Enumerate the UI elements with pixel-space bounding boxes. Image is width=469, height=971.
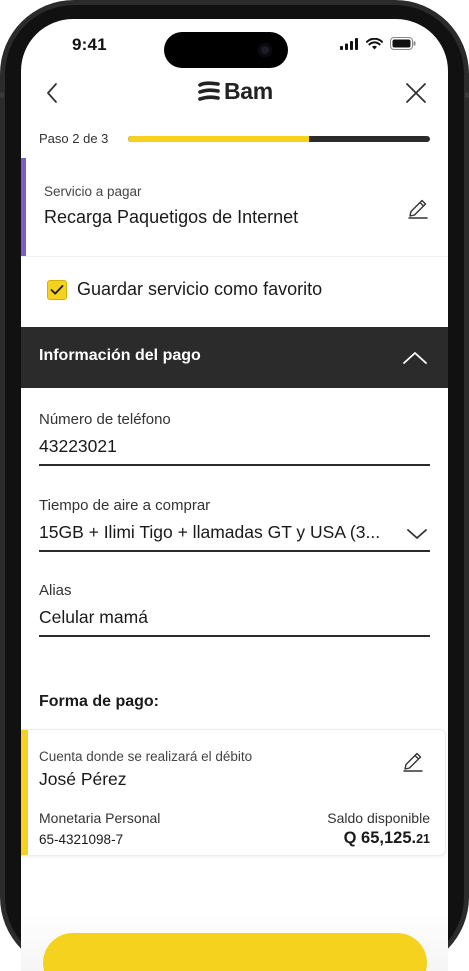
app-screen: 9:41 Bam Paso 2 de 3 Servicio a pagar Re… (21, 19, 448, 971)
step-indicator: Paso 2 de 3 (39, 131, 431, 147)
navigation-bar: Bam (21, 71, 448, 115)
wifi-icon (366, 37, 383, 49)
account-type: Monetaria Personal (39, 810, 161, 826)
service-accent-bar (21, 158, 26, 256)
step-progress-fill (128, 136, 310, 142)
status-time: 9:41 (72, 35, 107, 54)
payment-method-title: Forma de pago: (39, 693, 160, 710)
account-number: 65-4321098-7 (39, 832, 124, 847)
account-accent-bar (21, 730, 28, 855)
section-title: Información del pago (39, 347, 201, 364)
pencil-icon[interactable] (406, 196, 430, 220)
favorite-checkbox[interactable] (47, 279, 67, 300)
balance-amount: Q 65,125. (343, 829, 417, 847)
bam-logo: Bam (197, 78, 273, 105)
side-button (0, 92, 4, 98)
close-icon[interactable] (402, 79, 430, 107)
chevron-down-icon[interactable] (406, 525, 428, 543)
alias-field-value[interactable]: Celular mamá (39, 607, 430, 628)
signal-icon (340, 37, 358, 50)
service-card: Servicio a pagar Recarga Paquetigos de I… (21, 158, 448, 257)
bam-logo-icon (198, 80, 220, 101)
phone-field[interactable]: Número de teléfono 43223021 (39, 411, 430, 467)
step-label: Paso 2 de 3 (39, 131, 109, 146)
chevron-up-icon[interactable] (402, 347, 428, 369)
phone-field-value[interactable]: 43223021 (39, 436, 430, 457)
account-holder-name: José Pérez (39, 769, 127, 789)
back-arrow-icon[interactable] (39, 79, 67, 107)
phone-field-label: Número de teléfono (39, 411, 171, 428)
pencil-icon[interactable] (401, 749, 425, 773)
balance-label: Saldo disponible (327, 810, 430, 826)
phone-device: 9:41 Bam Paso 2 de 3 Servicio a pagar Re… (0, 0, 469, 971)
airtime-select-label: Tiempo de aire a comprar (39, 497, 211, 514)
airtime-select-value[interactable]: 15GB + Ilimi Tigo + llamadas GT y USA (3… (39, 522, 430, 543)
balance-cents: 21 (416, 832, 430, 846)
step-progress-bar (128, 136, 430, 142)
alias-field-underline (39, 635, 430, 637)
phone-field-underline (39, 464, 430, 466)
service-value: Recarga Paquetigos de Internet (44, 207, 299, 227)
account-label: Cuenta donde se realizará el débito (39, 749, 253, 764)
balance-value: Q 65,125.21 (344, 829, 430, 848)
battery-icon (390, 37, 416, 50)
status-bar: 9:41 (21, 19, 448, 71)
logo-text: Bam (224, 78, 273, 104)
debit-account-card[interactable]: Cuenta donde se realizará el débito José… (21, 729, 446, 856)
side-button (465, 92, 469, 98)
favorite-label: Guardar servicio como favorito (77, 279, 323, 299)
status-icons (340, 37, 416, 50)
camera-icon (258, 43, 272, 57)
check-icon (50, 284, 64, 294)
service-label: Servicio a pagar (44, 184, 142, 199)
alias-field[interactable]: Alias Celular mamá (39, 582, 430, 638)
airtime-select[interactable]: Tiempo de aire a comprar 15GB + Ilimi Ti… (39, 497, 430, 553)
continue-button[interactable] (43, 933, 427, 971)
favorite-option[interactable]: Guardar servicio como favorito (47, 279, 322, 300)
payment-info-header[interactable]: Información del pago (21, 327, 448, 388)
dynamic-island (164, 32, 288, 68)
airtime-select-underline (39, 550, 430, 552)
alias-field-label: Alias (39, 582, 72, 599)
